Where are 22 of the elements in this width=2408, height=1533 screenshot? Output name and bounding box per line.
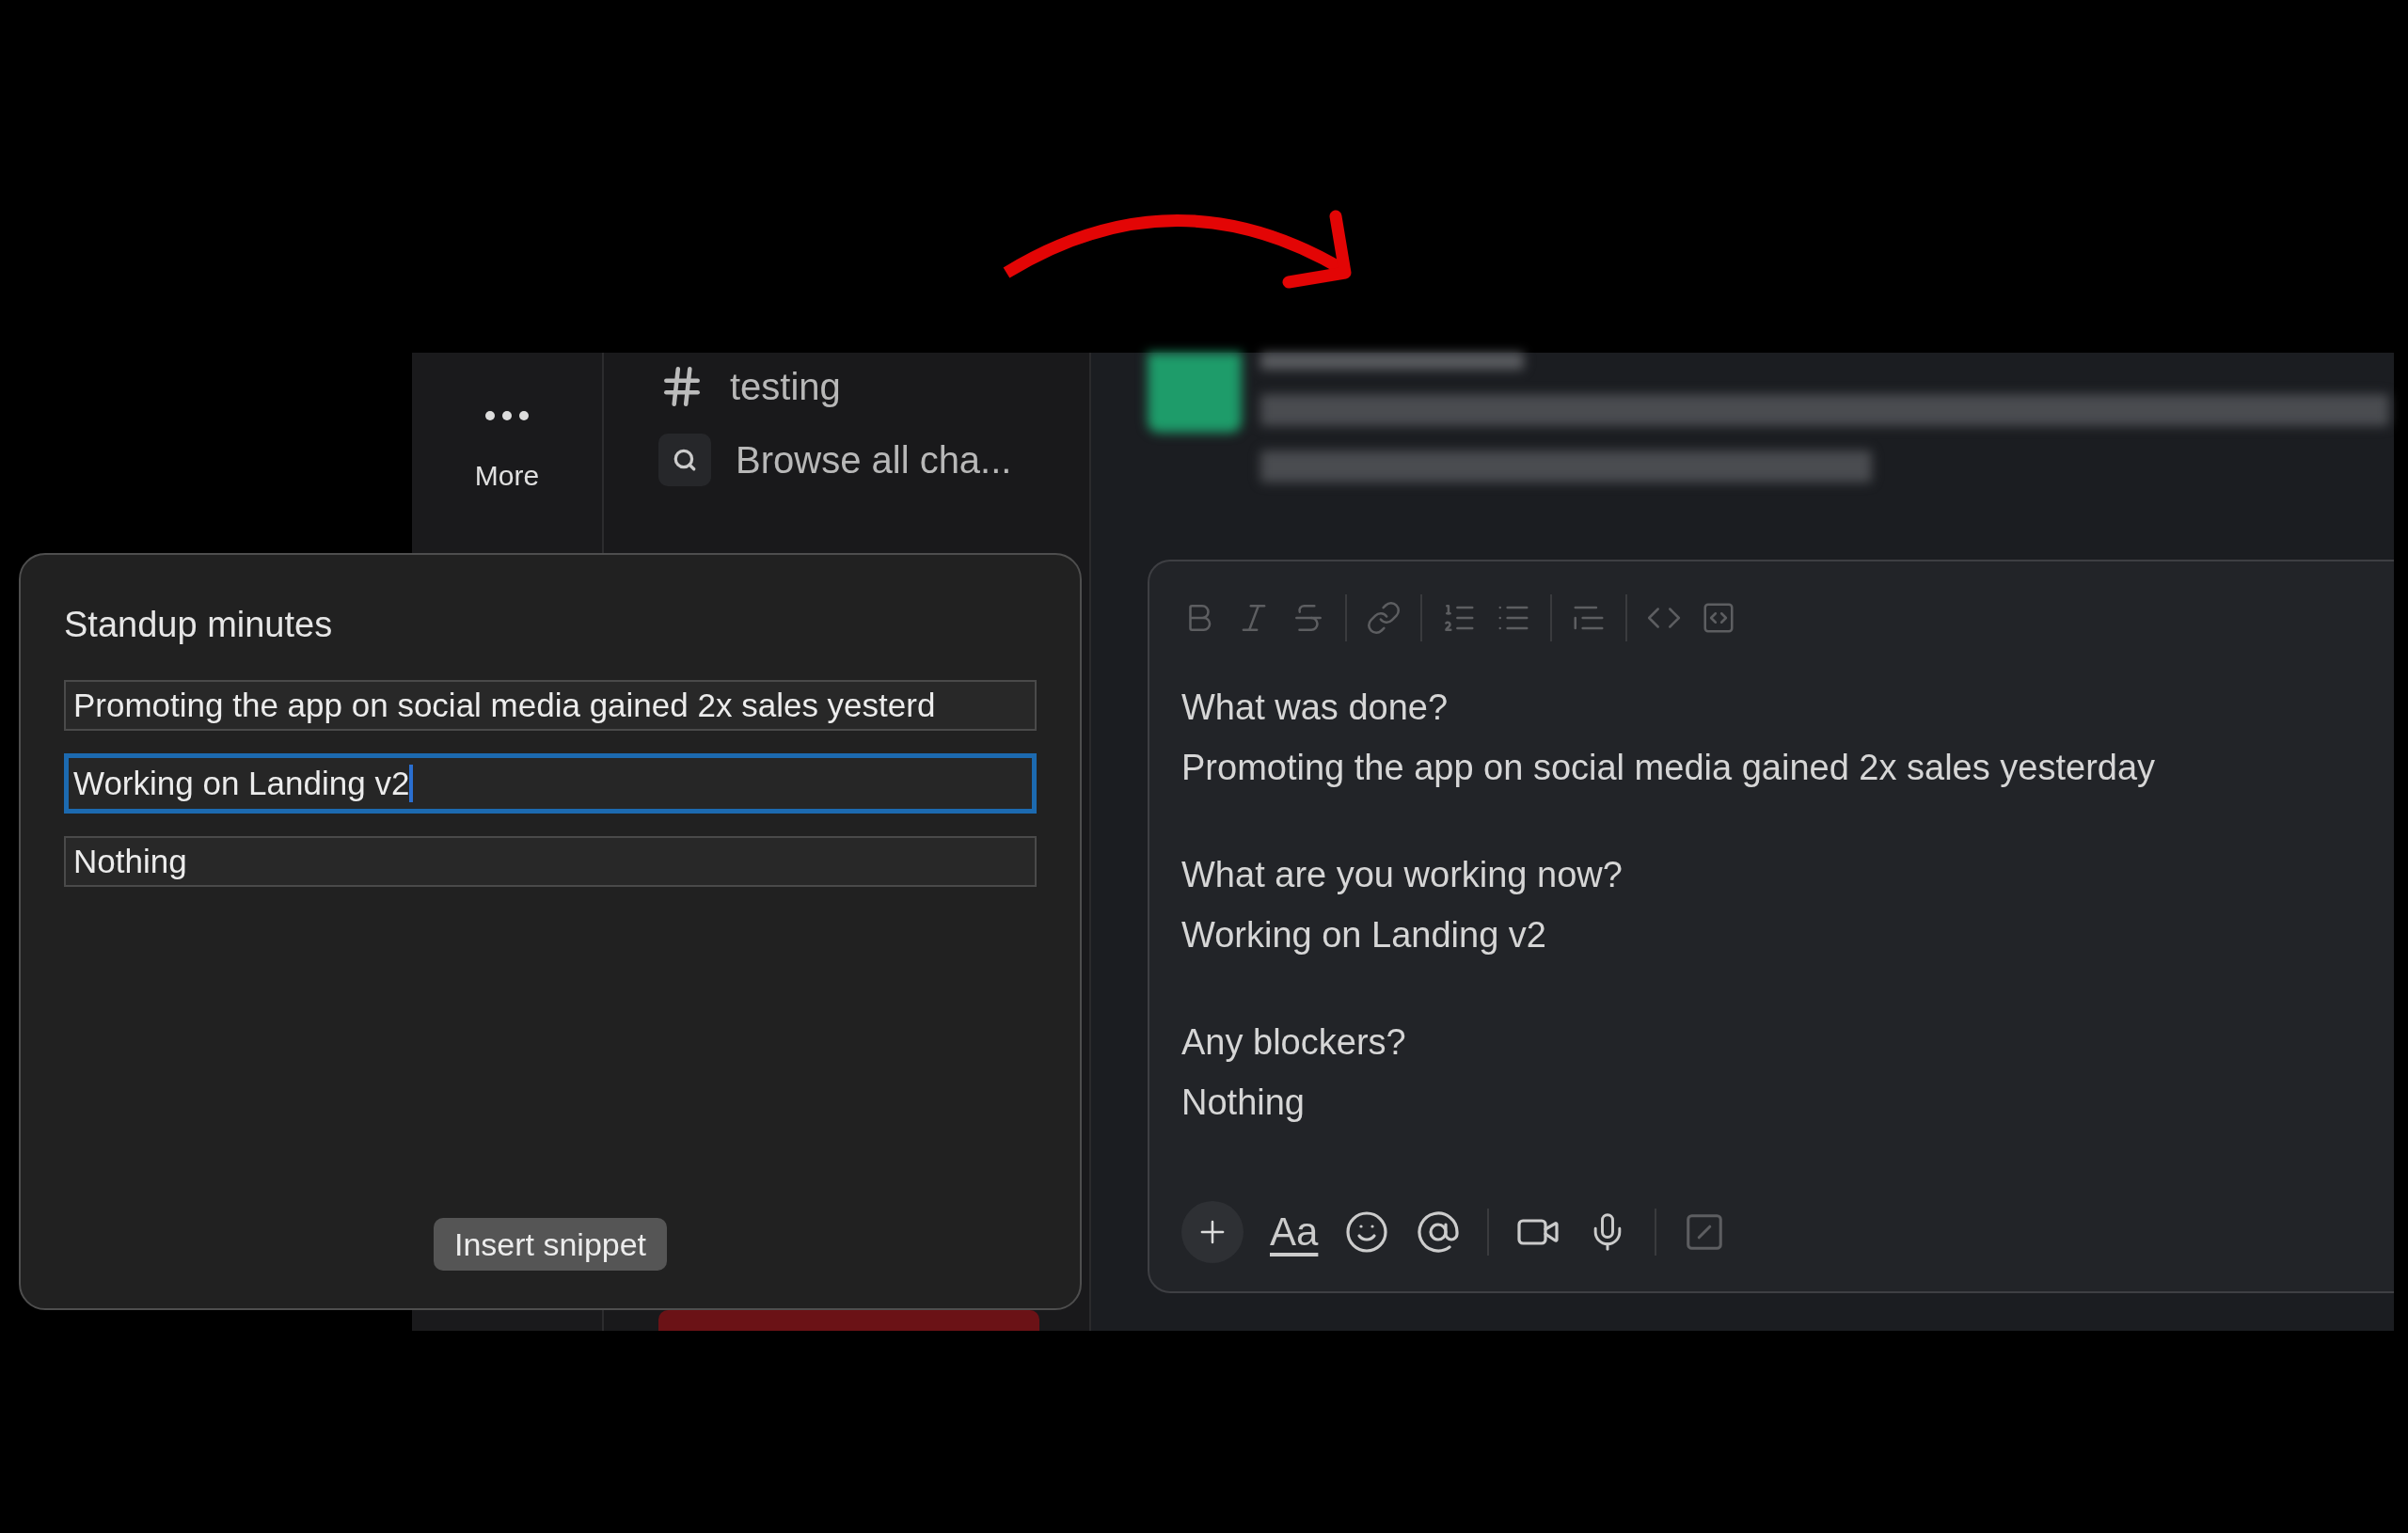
- input-field[interactable]: Working on Landing v2: [64, 753, 1037, 814]
- mention-icon[interactable]: [1416, 1209, 1462, 1255]
- emoji-icon[interactable]: [1344, 1209, 1390, 1255]
- sidebar-item[interactable]: testing: [730, 358, 841, 415]
- popup-title: Standup minutes: [64, 604, 334, 646]
- message-text: Working on Landing v2: [1181, 914, 1547, 956]
- input-field[interactable]: Nothing: [64, 836, 1037, 887]
- message-text: What are you working now?: [1181, 854, 1624, 896]
- message-text: Promoting the app on social media gained 2x sales yesterday: [1181, 747, 2157, 789]
- message-text: Nothing: [1181, 1082, 1306, 1124]
- more-label[interactable]: More: [474, 454, 540, 497]
- insert-snippet-button[interactable]: Insert snippet: [433, 1218, 668, 1271]
- code-block-icon[interactable]: [1701, 600, 1736, 636]
- more-dots-icon[interactable]: [483, 409, 531, 422]
- search-icon: [658, 434, 711, 486]
- sidebar-item[interactable]: Browse all cha...: [736, 432, 1012, 488]
- link-icon[interactable]: [1366, 600, 1402, 636]
- formatting-button[interactable]: Aa: [1270, 1209, 1319, 1255]
- text-cursor: [409, 765, 414, 802]
- input-field[interactable]: Promoting the app on social media gained 2x sales yesterd: [64, 680, 1037, 731]
- message-text: What was done?: [1181, 687, 1450, 729]
- message-text: Any blockers?: [1181, 1021, 1407, 1064]
